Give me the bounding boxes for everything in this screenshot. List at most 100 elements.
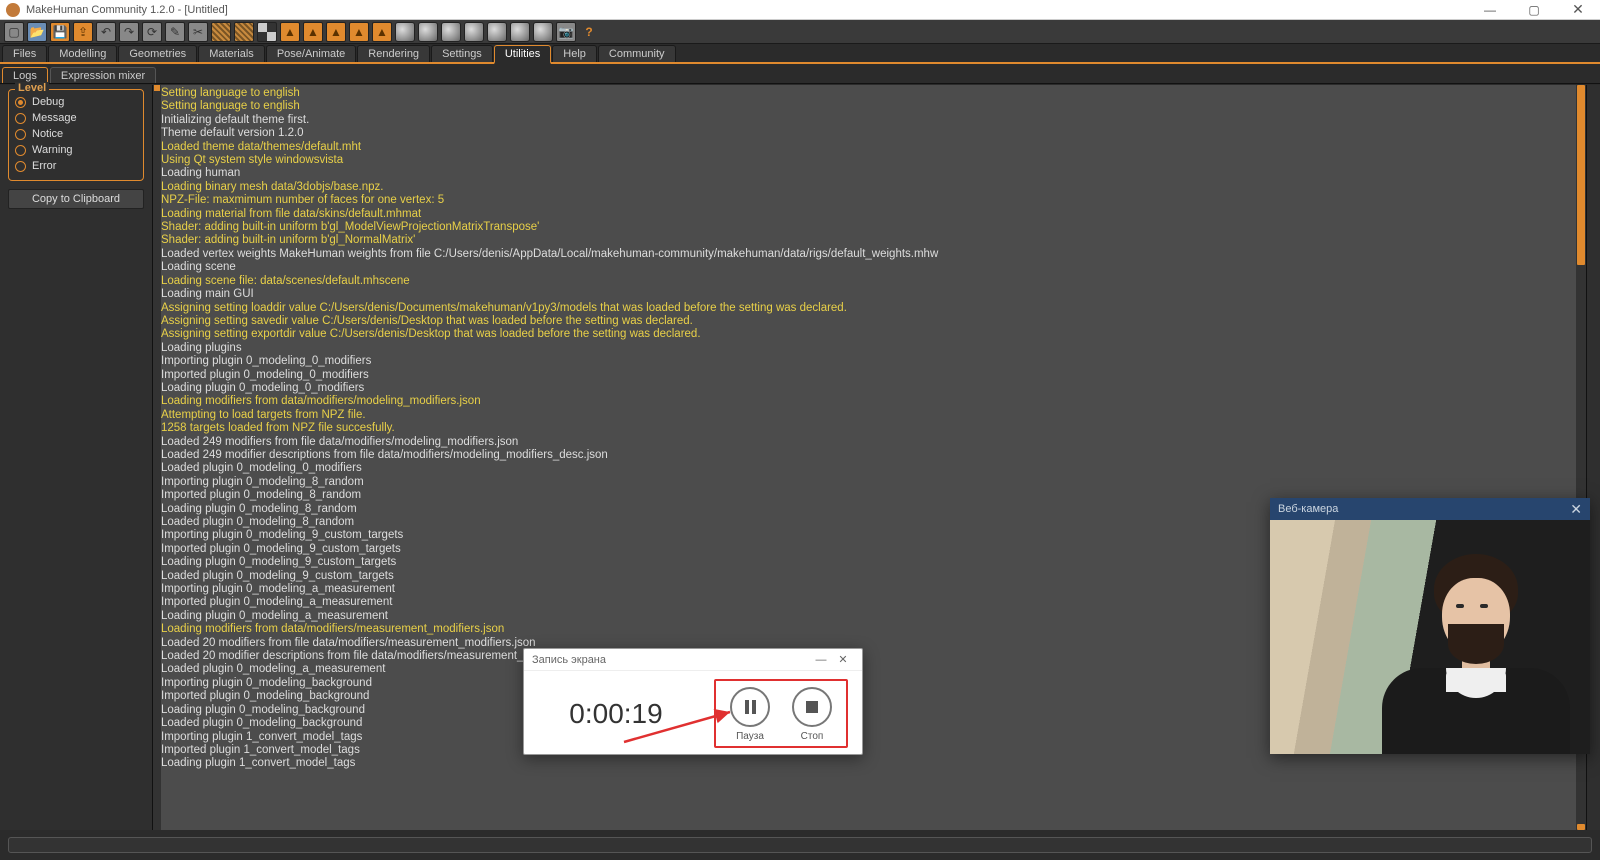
sub-tab-logs[interactable]: Logs bbox=[2, 67, 48, 83]
log-line: Imported plugin 0_modeling_0_modifiers bbox=[161, 369, 1572, 382]
main-tab-utilities[interactable]: Utilities bbox=[494, 45, 551, 64]
tb-sphere2-icon[interactable] bbox=[418, 22, 438, 42]
log-line: Theme default version 1.2.0 bbox=[161, 127, 1572, 140]
level-option-error[interactable]: Error bbox=[15, 158, 137, 174]
tb-sphere5-icon[interactable] bbox=[487, 22, 507, 42]
log-line: Shader: adding built-in uniform b'gl_Nor… bbox=[161, 234, 1572, 247]
tb-new-icon[interactable]: ▢ bbox=[4, 22, 24, 42]
rec-timer: 0:00:19 bbox=[538, 698, 714, 730]
copy-to-clipboard-button[interactable]: Copy to Clipboard bbox=[8, 189, 144, 209]
tb-sphere4-icon[interactable] bbox=[464, 22, 484, 42]
main-tab-help[interactable]: Help bbox=[552, 45, 597, 62]
tb-sphere6-icon[interactable] bbox=[510, 22, 530, 42]
tb-checker-icon[interactable] bbox=[257, 22, 277, 42]
log-line: Loading plugin 0_modeling_0_modifiers bbox=[161, 382, 1572, 395]
main-tab-materials[interactable]: Materials bbox=[198, 45, 265, 62]
tb-grid-icon[interactable] bbox=[234, 22, 254, 42]
log-line: Shader: adding built-in uniform b'gl_Mod… bbox=[161, 221, 1572, 234]
level-option-notice[interactable]: Notice bbox=[15, 126, 137, 142]
main-tab-geometries[interactable]: Geometries bbox=[118, 45, 197, 62]
minimize-button[interactable]: — bbox=[1468, 0, 1512, 19]
left-panel: Level DebugMessage Notice Warning Error Cop… bbox=[0, 85, 153, 830]
webcam-window[interactable]: Веб-камера ✕ bbox=[1270, 498, 1590, 754]
log-line: Loading material from file data/skins/de… bbox=[161, 208, 1572, 221]
tb-smooth-icon[interactable] bbox=[211, 22, 231, 42]
rec-titlebar[interactable]: Запись экрана — ✕ bbox=[524, 649, 862, 671]
pause-label: Пауза bbox=[736, 731, 764, 742]
log-line: Importing plugin 0_modeling_0_modifiers bbox=[161, 355, 1572, 368]
main-tab-modelling[interactable]: Modelling bbox=[48, 45, 117, 62]
rec-close-button[interactable]: ✕ bbox=[832, 653, 854, 666]
window-title: MakeHuman Community 1.2.0 - [Untitled] bbox=[26, 4, 1468, 16]
screen-recording-popup: Запись экрана — ✕ 0:00:19 Пауза Стоп bbox=[523, 648, 863, 755]
tb-axis-e-icon[interactable]: ▲ bbox=[372, 22, 392, 42]
webcam-titlebar[interactable]: Веб-камера ✕ bbox=[1270, 498, 1590, 520]
log-line: Assigning setting exportdir value C:/Use… bbox=[161, 328, 1572, 341]
rec-minimize-button[interactable]: — bbox=[810, 654, 832, 666]
app-icon bbox=[6, 3, 20, 17]
tb-undo-icon[interactable]: ↶ bbox=[96, 22, 116, 42]
tb-sphere7-icon[interactable] bbox=[533, 22, 553, 42]
stop-button[interactable]: Стоп bbox=[792, 687, 832, 742]
log-line: Attempting to load targets from NPZ file… bbox=[161, 409, 1572, 422]
log-line: Loading modifiers from data/modifiers/mo… bbox=[161, 395, 1572, 408]
log-line: Loaded theme data/themes/default.mht bbox=[161, 141, 1572, 154]
log-line: Loading plugins bbox=[161, 342, 1572, 355]
radio-icon bbox=[15, 113, 26, 124]
level-title: Level bbox=[15, 82, 49, 94]
webcam-person bbox=[1368, 548, 1568, 748]
log-line: Using Qt system style windowsvista bbox=[161, 154, 1572, 167]
log-line: Loaded 249 modifiers from file data/modi… bbox=[161, 436, 1572, 449]
sub-tab-expression-mixer[interactable]: Expression mixer bbox=[50, 67, 156, 83]
tb-sym-icon[interactable]: ✂ bbox=[188, 22, 208, 42]
close-button[interactable]: ✕ bbox=[1556, 0, 1600, 19]
main-tab-files[interactable]: Files bbox=[2, 45, 47, 62]
log-line: Assigning setting savedir value C:/Users… bbox=[161, 315, 1572, 328]
level-option-label: Warning bbox=[32, 144, 73, 156]
tb-help-icon[interactable]: ? bbox=[579, 22, 599, 42]
tb-reset-icon[interactable]: ✎ bbox=[165, 22, 185, 42]
tb-save-icon[interactable]: 💾 bbox=[50, 22, 70, 42]
rec-title-text: Запись экрана bbox=[532, 654, 606, 666]
main-tab-community[interactable]: Community bbox=[598, 45, 676, 62]
log-line: Loading main GUI bbox=[161, 288, 1572, 301]
main-tab-rendering[interactable]: Rendering bbox=[357, 45, 430, 62]
tb-axis-b-icon[interactable]: ▲ bbox=[303, 22, 323, 42]
stop-icon bbox=[792, 687, 832, 727]
log-line: Loaded vertex weights MakeHuman weights … bbox=[161, 248, 1572, 261]
tb-open-icon[interactable]: 📂 bbox=[27, 22, 47, 42]
level-option-debug[interactable]: Debug bbox=[15, 94, 137, 110]
main-tab-pose-animate[interactable]: Pose/Animate bbox=[266, 45, 356, 62]
level-option-label: Notice bbox=[32, 128, 63, 140]
statusbar bbox=[0, 830, 1600, 860]
webcam-preview bbox=[1270, 520, 1590, 754]
log-line: Loading plugin 1_convert_model_tags bbox=[161, 757, 1572, 770]
main-tab-settings[interactable]: Settings bbox=[431, 45, 493, 62]
os-titlebar: MakeHuman Community 1.2.0 - [Untitled] —… bbox=[0, 0, 1600, 20]
log-line: Initializing default theme first. bbox=[161, 114, 1572, 127]
log-line: Setting language to english bbox=[161, 87, 1572, 100]
tb-sep1-icon[interactable]: ⟳ bbox=[142, 22, 162, 42]
log-line: Loaded 249 modifier descriptions from fi… bbox=[161, 449, 1572, 462]
tb-sphere3-icon[interactable] bbox=[441, 22, 461, 42]
webcam-close-button[interactable]: ✕ bbox=[1570, 501, 1582, 518]
tb-camera-icon[interactable]: 📷 bbox=[556, 22, 576, 42]
tb-redo-icon[interactable]: ↷ bbox=[119, 22, 139, 42]
pause-icon bbox=[730, 687, 770, 727]
log-line: 1258 targets loaded from NPZ file succes… bbox=[161, 422, 1572, 435]
scrollbar-thumb[interactable] bbox=[1577, 85, 1585, 265]
webcam-title-text: Веб-камера bbox=[1278, 503, 1338, 515]
log-line: Loading human bbox=[161, 167, 1572, 180]
tb-axis-a-icon[interactable]: ▲ bbox=[280, 22, 300, 42]
tb-export-icon[interactable]: ⇪ bbox=[73, 22, 93, 42]
maximize-button[interactable]: ▢ bbox=[1512, 0, 1556, 19]
level-option-message[interactable]: Message bbox=[15, 110, 137, 126]
status-box bbox=[8, 837, 1592, 853]
rec-controls-highlight: Пауза Стоп bbox=[714, 679, 848, 748]
tb-axis-c-icon[interactable]: ▲ bbox=[326, 22, 346, 42]
tb-sphere1-icon[interactable] bbox=[395, 22, 415, 42]
sub-tabs: LogsExpression mixer bbox=[0, 66, 1600, 84]
level-option-warning[interactable]: Warning bbox=[15, 142, 137, 158]
pause-button[interactable]: Пауза bbox=[730, 687, 770, 742]
tb-axis-d-icon[interactable]: ▲ bbox=[349, 22, 369, 42]
